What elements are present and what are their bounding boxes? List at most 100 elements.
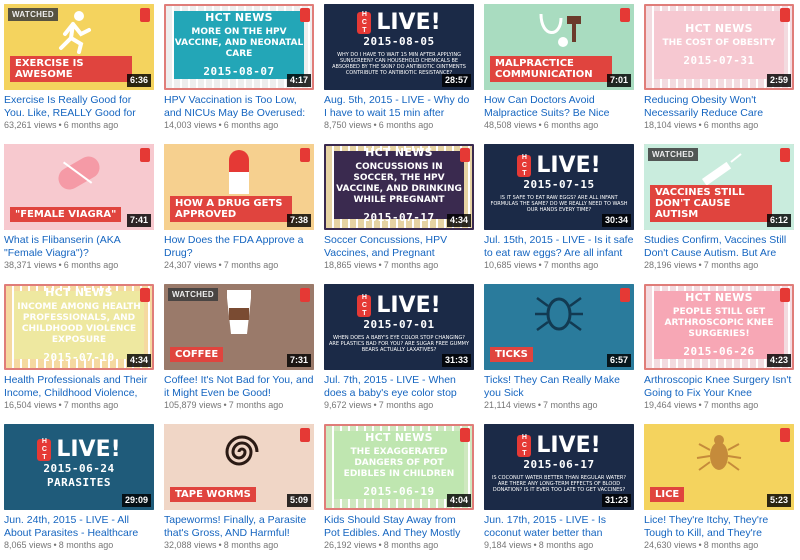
live-topic: PARASITES (46, 476, 112, 489)
meta-separator: • (378, 260, 382, 270)
thumbnail-panel: HCT NEWS THE COST OF OBESITY 2015-07-31 (654, 11, 784, 79)
meta-separator: • (533, 540, 537, 550)
view-count: 105,879 views (164, 400, 222, 410)
view-count: 14,003 views (164, 120, 217, 130)
video-title-link[interactable]: Arthroscopic Knee Surgery Isn't Going to… (644, 374, 794, 400)
video-card[interactable]: MALPRACTICE COMMUNICATION 7:01 How Can Doc… (482, 0, 634, 136)
capsule-icon (164, 150, 314, 194)
view-count: 21,114 views (484, 400, 536, 410)
upload-age: 7 months ago (703, 260, 759, 270)
upload-age: 7 months ago (543, 400, 598, 410)
view-count: 19,464 views (644, 400, 697, 410)
video-title-link[interactable]: Coffee! It's Not Bad for You, and it Mig… (164, 374, 314, 400)
live-questions: IS COCONUT WATER BETTER THAN REGULAR WAT… (491, 475, 627, 493)
video-card[interactable]: H C T LIVE! 2015-07-01 WHEN DOES A BABY'S EYE… (322, 280, 474, 416)
video-title-link[interactable]: How Can Doctors Avoid Malpractice Suits?… (484, 94, 634, 120)
video-title-link[interactable]: Jun. 24th, 2015 - LIVE - All About Paras… (4, 514, 154, 540)
video-thumbnail[interactable]: HCT NEWS PEOPLE STILL GET ARTHROSCOPIC KN… (644, 284, 794, 370)
video-meta: 105,879 views • 7 months ago (164, 400, 283, 410)
video-thumbnail[interactable]: H C T LIVE! 2015-08-05 WHY DO I HAVE TO WAIT … (324, 4, 474, 90)
video-meta: 28,196 views • 7 months ago (644, 260, 758, 270)
channel-badge-icon (300, 288, 310, 302)
video-title-link[interactable]: How Does the FDA Approve a Drug? (164, 234, 314, 260)
channel-badge-icon (140, 8, 150, 22)
video-title-link[interactable]: Jul. 7th, 2015 - LIVE - When does a baby… (324, 374, 474, 400)
video-card[interactable]: HCT NEWS CONCUSSIONS IN SOCCER, THE HPV V… (322, 140, 474, 276)
live-questions: WHEN DOES A BABY'S EYE COLOR STOP CHANGI… (328, 335, 470, 353)
video-thumbnail[interactable]: HCT NEWS INCOME AMONG HEALTH PROFESSIONAL… (4, 284, 154, 370)
video-title-link[interactable]: Jun. 17th, 2015 - LIVE - Is coconut wate… (484, 514, 634, 540)
video-thumbnail[interactable]: "FEMALE VIAGRA" 7:41 (4, 144, 154, 230)
video-card[interactable]: HOW A DRUG GETS APPROVED 7:38 How Does the… (162, 140, 314, 276)
video-card[interactable]: TICKS 6:57 Ticks! They Can Really Make you… (482, 280, 634, 416)
video-title-link[interactable]: What is Flibanserin (AKA "Female Viagra"… (4, 234, 154, 260)
news-topic: THE EXAGGERATED DANGERS OF POT EDIBLES I… (343, 447, 455, 479)
hct-logo-icon: HCT (357, 294, 372, 317)
channel-badge-icon (300, 148, 310, 162)
duration-badge: 7:41 (126, 214, 151, 227)
video-title-link[interactable]: Tapeworms! Finally, a Parasite that's Gr… (164, 514, 314, 540)
video-title-link[interactable]: Lice! They're Itchy, They're Tough to Ki… (644, 514, 794, 540)
video-thumbnail[interactable]: MALPRACTICE COMMUNICATION 7:01 (484, 4, 634, 90)
video-card[interactable]: HCT NEWS THE COST OF OBESITY 2015-07-31 2:5… (642, 0, 794, 136)
video-thumbnail[interactable]: COFFEE WATCHED 7:31 (164, 284, 314, 370)
channel-badge-icon (780, 8, 790, 22)
view-count: 32,088 views (164, 540, 217, 550)
video-card[interactable]: VACCINES STILL DON'T CAUSE AUTISM WATCHED… (642, 140, 794, 276)
video-thumbnail[interactable]: H C T LIVE! 2015-07-01 WHEN DOES A BABY'S EYE… (324, 284, 474, 370)
view-count: 26,192 views (324, 540, 377, 550)
video-thumbnail[interactable]: VACCINES STILL DON'T CAUSE AUTISM WATCHED… (644, 144, 794, 230)
meta-separator: • (223, 400, 227, 410)
video-card[interactable]: TAPE WORMS 5:09 Tapeworms! Finally, a Para… (162, 420, 314, 556)
video-title-link[interactable]: HPV Vaccination is Too Low, and NICUs Ma… (164, 94, 314, 120)
video-meta: 26,192 views • 8 months ago (324, 540, 438, 550)
video-thumbnail[interactable]: HCT NEWS MORE ON THE HPV VACCINE, AND NEO… (164, 4, 314, 90)
video-card[interactable]: H C T LIVE! 2015-07-15 IS IT SAFE TO EAT RAW … (482, 140, 634, 276)
tick-icon (484, 290, 634, 334)
video-card[interactable]: LICE 5:23 Lice! They're Itchy, They're Tou… (642, 420, 794, 556)
video-thumbnail[interactable]: HCT NEWS THE COST OF OBESITY 2015-07-31 2:5… (644, 4, 794, 90)
video-thumbnail[interactable]: LICE 5:23 (644, 424, 794, 510)
video-thumbnail[interactable]: HCT NEWS THE EXAGGERATED DANGERS OF POT E… (324, 424, 474, 510)
video-thumbnail[interactable]: H C T LIVE! 2015-07-15 IS IT SAFE TO EAT RAW … (484, 144, 634, 230)
video-meta: 10,685 views • 7 months ago (484, 260, 598, 270)
view-count: 24,307 views (164, 260, 217, 270)
video-card[interactable]: EXERCISE IS AWESOME WATCHED 6:36 Exercise I… (2, 0, 154, 136)
video-card[interactable]: COFFEE WATCHED 7:31 Coffee! It's Not Bad fo… (162, 280, 314, 416)
video-thumbnail[interactable]: EXERCISE IS AWESOME WATCHED 6:36 (4, 4, 154, 90)
view-count: 18,865 views (324, 260, 377, 270)
video-title-link[interactable]: Ticks! They Can Really Make you Sick (484, 374, 634, 400)
video-thumbnail[interactable]: TAPE WORMS 5:09 (164, 424, 314, 510)
meta-separator: • (53, 540, 57, 550)
video-title-link[interactable]: Exercise Is Really Good for You. Like, R… (4, 94, 154, 120)
duration-badge: 4:34 (126, 354, 151, 367)
view-count: 38,371 views (4, 260, 57, 270)
video-card[interactable]: "FEMALE VIAGRA" 7:41 What is Flibanserin (… (2, 140, 154, 276)
video-title-link[interactable]: Jul. 15th, 2015 - LIVE - Is it safe to e… (484, 234, 634, 260)
video-title-link[interactable]: Soccer Concussions, HPV Vaccines, and Pr… (324, 234, 474, 260)
video-card[interactable]: HCT NEWS PEOPLE STILL GET ARTHROSCOPIC KN… (642, 280, 794, 416)
video-title-link[interactable]: Reducing Obesity Won't Necessarily Reduc… (644, 94, 794, 120)
video-thumbnail[interactable]: H C T LIVE! 2015-06-17 IS COCONUT WATER BETTE… (484, 424, 634, 510)
video-card[interactable]: HCT NEWS THE EXAGGERATED DANGERS OF POT E… (322, 420, 474, 556)
upload-age: 7 months ago (383, 260, 439, 270)
thumbnail-panel: HCT NEWS MORE ON THE HPV VACCINE, AND NEO… (174, 11, 304, 79)
video-title-link[interactable]: Kids Should Stay Away from Pot Edibles. … (324, 514, 474, 540)
spiral-worm-icon (164, 430, 314, 474)
video-thumbnail[interactable]: HCT NEWS CONCUSSIONS IN SOCCER, THE HPV V… (324, 144, 474, 230)
live-word: LIVE! (376, 10, 441, 35)
video-thumbnail[interactable]: H C T LIVE! 2015-06-24 PARASITES 29:09 (4, 424, 154, 510)
video-title-link[interactable]: Health Professionals and Their Income, C… (4, 374, 154, 400)
video-thumbnail[interactable]: HOW A DRUG GETS APPROVED 7:38 (164, 144, 314, 230)
news-topic: THE COST OF OBESITY (662, 38, 776, 48)
video-title-link[interactable]: Studies Confirm, Vaccines Still Don't Ca… (644, 234, 794, 260)
meta-separator: • (58, 120, 62, 130)
video-card[interactable]: HCT NEWS INCOME AMONG HEALTH PROFESSIONAL… (2, 280, 154, 416)
video-card[interactable]: H C T LIVE! 2015-06-24 PARASITES 29:09 Jun. 24t… (2, 420, 154, 556)
video-thumbnail[interactable]: TICKS 6:57 (484, 284, 634, 370)
video-card[interactable]: H C T LIVE! 2015-06-17 IS COCONUT WATER BETTE… (482, 420, 634, 556)
video-card[interactable]: H C T LIVE! 2015-08-05 WHY DO I HAVE TO WAIT … (322, 0, 474, 136)
topic-label: MALPRACTICE COMMUNICATION (490, 56, 612, 82)
video-card[interactable]: HCT NEWS MORE ON THE HPV VACCINE, AND NEO… (162, 0, 314, 136)
video-title-link[interactable]: Aug. 5th, 2015 - LIVE - Why do I have to… (324, 94, 474, 120)
